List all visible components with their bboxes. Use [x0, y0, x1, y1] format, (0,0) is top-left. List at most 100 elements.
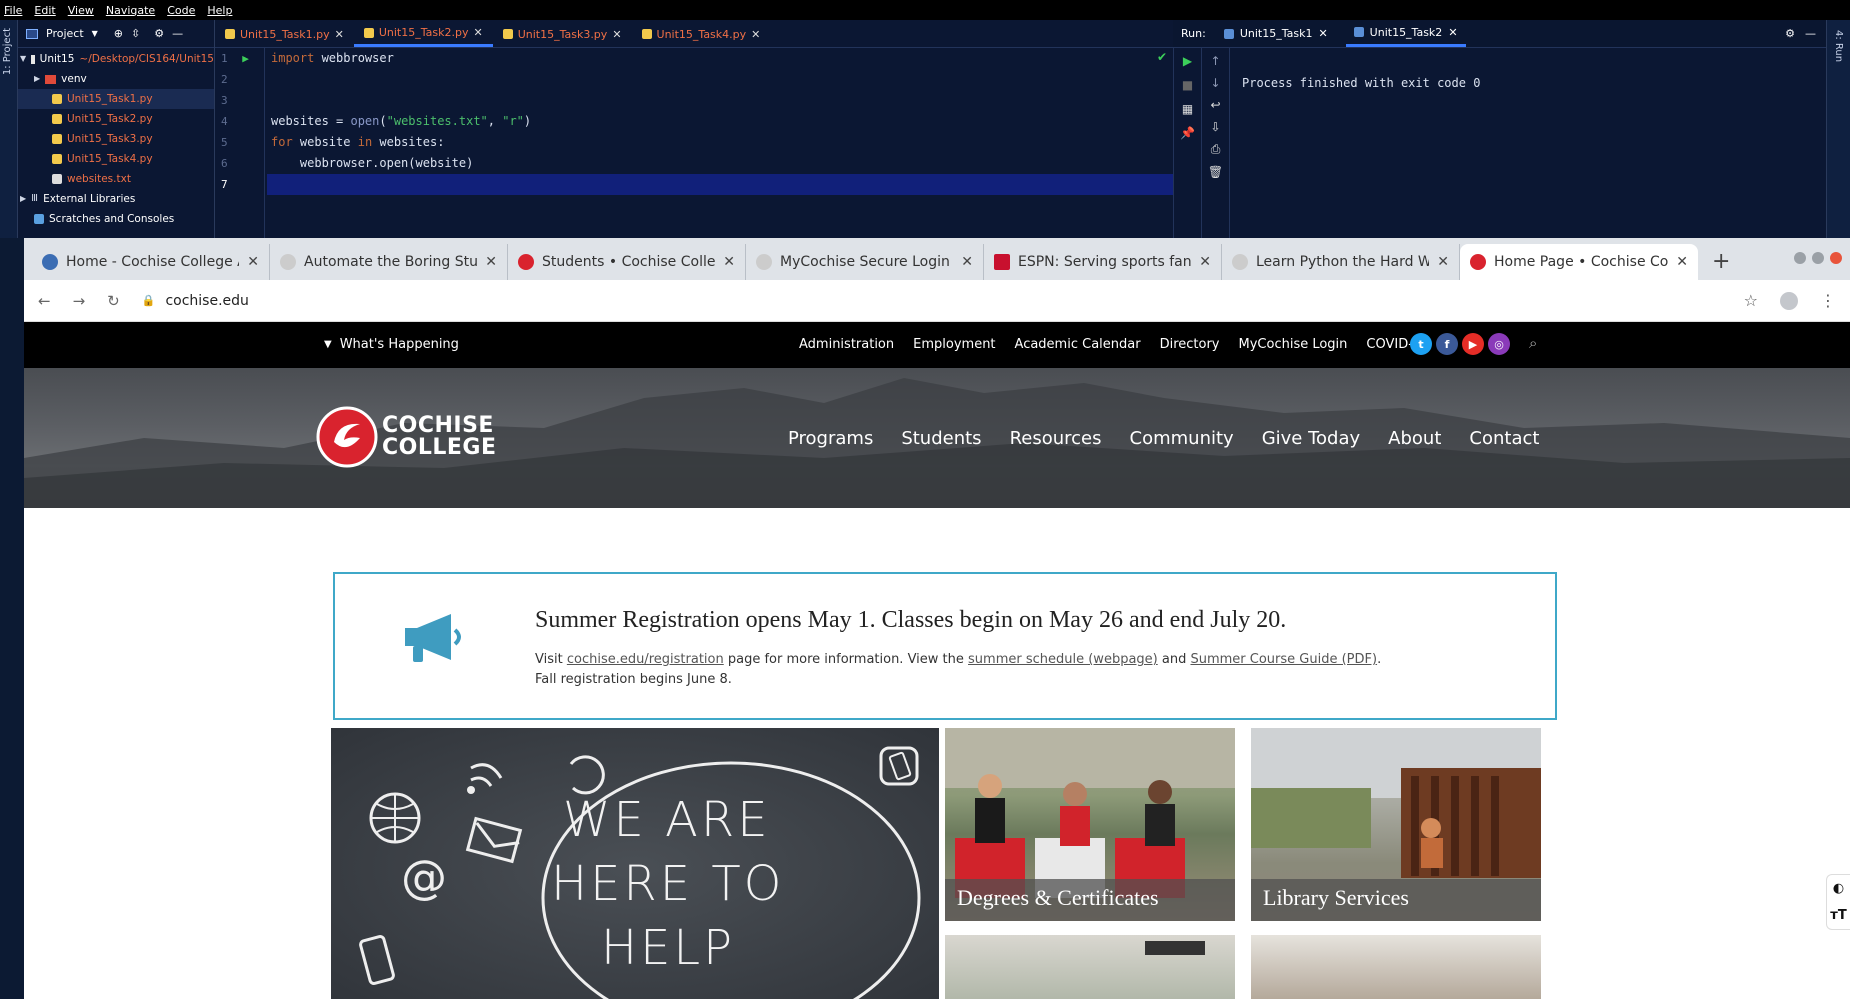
maximize-button[interactable] — [1812, 252, 1824, 264]
campus-tile[interactable] — [1251, 935, 1541, 999]
menu-help[interactable]: Help — [207, 4, 232, 17]
library-tile[interactable]: Library Services — [1251, 728, 1541, 921]
nav-give-today[interactable]: Give Today — [1248, 428, 1374, 449]
browser-tab[interactable]: MyCochise Secure Login ✕ — [746, 244, 984, 280]
menu-edit[interactable]: Edit — [34, 4, 55, 17]
menu-code[interactable]: Code — [167, 4, 195, 17]
run-tab-task2[interactable]: Unit15_Task2 ✕ — [1345, 21, 1466, 47]
arrow-down-icon[interactable]: ↓ — [1210, 76, 1220, 90]
hide-panel-icon[interactable]: — — [1805, 27, 1816, 40]
wrap-icon[interactable]: ↩ — [1210, 98, 1220, 112]
browser-tab[interactable]: Students • Cochise Colleg ✕ — [508, 244, 746, 280]
profile-icon[interactable] — [1780, 291, 1798, 310]
nav-community[interactable]: Community — [1116, 428, 1248, 449]
whats-happening-toggle[interactable]: ▼ What's Happening — [324, 337, 459, 352]
editor-tab-task1[interactable]: Unit15_Task1.py ✕ — [215, 21, 354, 47]
layout-icon[interactable]: ▦ — [1182, 102, 1193, 116]
run-tab-task1[interactable]: Unit15_Task1 ✕ — [1216, 21, 1336, 47]
close-icon[interactable]: ✕ — [612, 28, 621, 41]
close-icon[interactable]: ✕ — [1448, 26, 1457, 39]
tree-item-unit15[interactable]: ▼ Unit15 ~/Desktop/CIS164/Unit15 — [18, 49, 214, 69]
hide-panel-icon[interactable]: — — [172, 27, 183, 40]
search-icon[interactable]: ⌕ — [1529, 334, 1537, 352]
instagram-icon[interactable]: ◎ — [1488, 333, 1510, 355]
star-icon[interactable]: ☆ — [1744, 291, 1758, 310]
close-icon[interactable]: ✕ — [1676, 254, 1688, 270]
link-academic-calendar[interactable]: Academic Calendar — [1015, 337, 1141, 352]
cochise-college-logo[interactable]: COCHISE COLLEGE — [316, 406, 497, 468]
tree-item-task1[interactable]: Unit15_Task1.py — [18, 89, 214, 109]
run-line-icon[interactable]: ▶ — [242, 52, 249, 65]
close-icon[interactable]: ✕ — [247, 254, 259, 270]
link-mycochise-login[interactable]: MyCochise Login — [1239, 337, 1348, 352]
tree-item-external-libraries[interactable]: ▶ Ⅲ External Libraries — [18, 189, 214, 209]
close-icon[interactable]: ✕ — [485, 254, 497, 270]
locate-icon[interactable]: ⊕ — [114, 27, 123, 40]
link-administration[interactable]: Administration — [799, 337, 894, 352]
code-area[interactable]: import webbrowser websites = open("websi… — [267, 48, 1173, 238]
run-strip-label[interactable]: 4: Run — [1833, 30, 1844, 62]
gear-icon[interactable]: ⚙ — [1785, 27, 1795, 40]
close-icon[interactable]: ✕ — [1318, 27, 1327, 40]
facebook-icon[interactable]: f — [1436, 333, 1458, 355]
editor-tab-task3[interactable]: Unit15_Task3.py ✕ — [493, 21, 632, 47]
trash-icon[interactable]: 🗑 — [1208, 165, 1223, 179]
nav-programs[interactable]: Programs — [774, 428, 887, 449]
project-view-select[interactable]: Project — [46, 27, 84, 40]
rerun-icon[interactable]: ▶ — [1183, 54, 1192, 68]
help-chalkboard-image[interactable]: @ WE ARE HERE TO HELP — [331, 728, 939, 999]
nav-contact[interactable]: Contact — [1455, 428, 1553, 449]
reload-icon[interactable]: ↻ — [107, 292, 120, 310]
run-tool-strip[interactable]: 4: Run — [1826, 20, 1850, 238]
editor-tab-task2[interactable]: Unit15_Task2.py ✕ — [353, 21, 493, 47]
chevron-down-icon[interactable]: ▼ — [92, 29, 98, 38]
project-strip-label[interactable]: 1: Project — [2, 28, 13, 75]
tree-item-task2[interactable]: Unit15_Task2.py — [18, 109, 214, 129]
scroll-end-icon[interactable]: ⇩ — [1210, 120, 1220, 134]
menu-file[interactable]: File — [4, 4, 22, 17]
tree-item-task4[interactable]: Unit15_Task4.py — [18, 149, 214, 169]
nav-about[interactable]: About — [1374, 428, 1455, 449]
close-icon[interactable]: ✕ — [723, 254, 735, 270]
youtube-icon[interactable]: ▶ — [1462, 333, 1484, 355]
project-tool-strip[interactable]: 1: Project — [0, 20, 18, 238]
menu-navigate[interactable]: Navigate — [106, 4, 155, 17]
tree-item-task3[interactable]: Unit15_Task3.py — [18, 129, 214, 149]
degrees-tile[interactable]: Degrees & Certificates — [945, 728, 1235, 921]
forward-icon[interactable]: → — [73, 292, 86, 310]
course-guide-link[interactable]: Summer Course Guide (PDF) — [1190, 652, 1377, 667]
link-employment[interactable]: Employment — [913, 337, 995, 352]
tree-item-websites[interactable]: websites.txt — [18, 169, 214, 189]
cash-office-tile[interactable] — [945, 935, 1235, 999]
close-icon[interactable]: ✕ — [335, 28, 344, 41]
close-icon[interactable]: ✕ — [1437, 254, 1449, 270]
summer-schedule-link[interactable]: summer schedule (webpage) — [968, 652, 1158, 667]
nav-resources[interactable]: Resources — [996, 428, 1116, 449]
print-icon[interactable]: ⎙ — [1211, 142, 1221, 157]
menu-view[interactable]: View — [68, 4, 94, 17]
gear-icon[interactable]: ⚙ — [154, 27, 164, 40]
browser-tab[interactable]: Home - Cochise College A ✕ — [32, 244, 270, 280]
link-directory[interactable]: Directory — [1160, 337, 1220, 352]
chevron-right-icon[interactable]: ▶ — [20, 189, 26, 209]
text-size-icon[interactable]: ᴛT — [1830, 908, 1846, 923]
pin-icon[interactable]: 📌 — [1180, 126, 1195, 140]
arrow-up-icon[interactable]: ↑ — [1210, 54, 1220, 68]
contrast-toggle-icon[interactable]: ◐ — [1833, 881, 1844, 896]
twitter-icon[interactable]: t — [1410, 333, 1432, 355]
editor-tab-task4[interactable]: Unit15_Task4.py ✕ — [632, 21, 771, 47]
browser-tab-active[interactable]: Home Page • Cochise Col ✕ — [1460, 244, 1698, 280]
minimize-button[interactable] — [1794, 252, 1806, 264]
close-window-button[interactable] — [1830, 252, 1842, 264]
collapse-icon[interactable]: ⇳ — [131, 27, 140, 40]
browser-tab[interactable]: Learn Python the Hard W ✕ — [1222, 244, 1460, 280]
registration-link[interactable]: cochise.edu/registration — [567, 652, 724, 667]
nav-students[interactable]: Students — [887, 428, 995, 449]
tree-item-venv[interactable]: ▶ venv — [18, 69, 214, 89]
close-icon[interactable]: ✕ — [473, 26, 482, 39]
chevron-down-icon[interactable]: ▼ — [20, 49, 26, 69]
browser-tab[interactable]: ESPN: Serving sports fans ✕ — [984, 244, 1222, 280]
browser-tab[interactable]: Automate the Boring Stu ✕ — [270, 244, 508, 280]
back-icon[interactable]: ← — [38, 292, 51, 310]
close-icon[interactable]: ✕ — [751, 28, 760, 41]
